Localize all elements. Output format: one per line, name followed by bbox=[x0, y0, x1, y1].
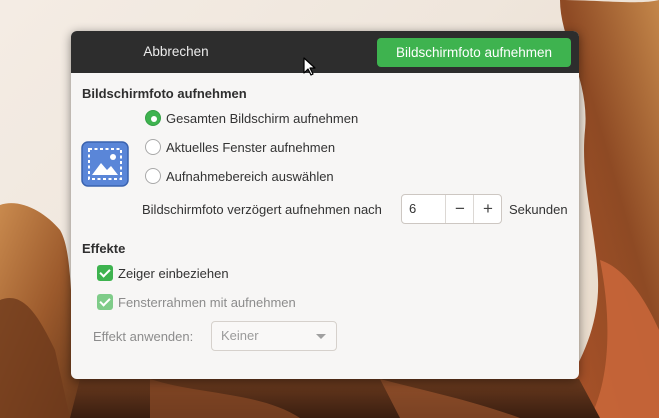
dialog-header: Abbrechen Bildschirmfoto aufnehmen bbox=[71, 31, 579, 73]
radio-current-window[interactable]: Aktuelles Fenster aufnehmen bbox=[145, 137, 335, 157]
include-pointer-label: Zeiger einbeziehen bbox=[118, 265, 229, 281]
capture-section-title: Bildschirmfoto aufnehmen bbox=[82, 86, 247, 101]
delay-value[interactable]: 6 bbox=[409, 195, 416, 223]
radio-label: Gesamten Bildschirm aufnehmen bbox=[166, 110, 359, 126]
take-screenshot-button[interactable]: Bildschirmfoto aufnehmen bbox=[377, 38, 571, 67]
include-pointer-row[interactable]: Zeiger einbeziehen bbox=[97, 263, 229, 283]
include-border-checkbox[interactable] bbox=[97, 294, 113, 310]
delay-label: Bildschirmfoto verzögert aufnehmen nach bbox=[142, 202, 382, 217]
radio-label: Aktuelles Fenster aufnehmen bbox=[166, 139, 336, 155]
mouse-pointer-icon bbox=[303, 57, 316, 76]
include-pointer-checkbox[interactable] bbox=[97, 265, 113, 281]
decrement-button[interactable]: − bbox=[445, 195, 474, 223]
increment-button[interactable]: + bbox=[473, 195, 502, 223]
cancel-button[interactable]: Abbrechen bbox=[131, 38, 221, 66]
effect-dropdown[interactable]: Keiner bbox=[211, 321, 337, 351]
effect-dropdown-value: Keiner bbox=[221, 328, 259, 343]
delay-spinbutton[interactable]: 6 − + bbox=[401, 194, 502, 224]
delay-units: Sekunden bbox=[509, 202, 568, 217]
apply-effect-label: Effekt anwenden: bbox=[93, 329, 194, 344]
radio-label: Aufnahmebereich auswählen bbox=[166, 168, 334, 184]
radio-select-area[interactable]: Aufnahmebereich auswählen bbox=[145, 166, 334, 186]
screenshot-dialog: Abbrechen Bildschirmfoto aufnehmen Bilds… bbox=[71, 31, 579, 379]
radio-whole-screen[interactable]: Gesamten Bildschirm aufnehmen bbox=[145, 108, 358, 128]
radio-button-selected[interactable] bbox=[145, 110, 161, 126]
radio-button[interactable] bbox=[145, 139, 161, 155]
chevron-down-icon bbox=[316, 334, 326, 339]
screenshot-app-icon bbox=[81, 141, 129, 187]
include-border-label: Fensterrahmen mit aufnehmen bbox=[118, 294, 296, 310]
include-border-row[interactable]: Fensterrahmen mit aufnehmen bbox=[97, 292, 296, 312]
radio-button[interactable] bbox=[145, 168, 161, 184]
effects-section-title: Effekte bbox=[82, 241, 126, 256]
